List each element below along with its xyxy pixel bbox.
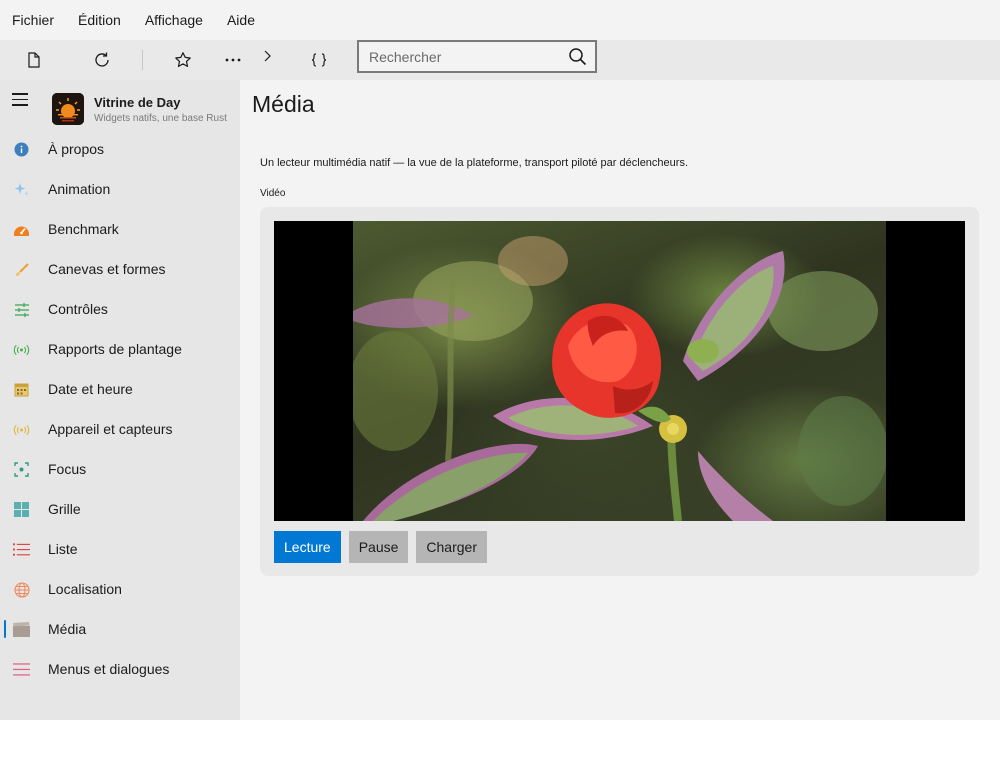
- new-document-icon[interactable]: [22, 48, 46, 72]
- sidebar-item-date-heure[interactable]: Date et heure: [0, 369, 240, 409]
- page-description: Un lecteur multimédia natif — la vue de …: [260, 157, 688, 169]
- search-box[interactable]: [357, 40, 597, 73]
- sidebar-item-label: Localisation: [48, 581, 122, 597]
- nav-list: À propos Animation Benchmark Canevas et …: [0, 129, 240, 689]
- sidebar-item-label: Rapports de plantage: [48, 341, 182, 357]
- chevron-right-icon[interactable]: [255, 44, 279, 68]
- sidebar-item-label: Animation: [48, 181, 111, 197]
- play-button[interactable]: Lecture: [274, 531, 341, 563]
- media-controls: Lecture Pause Charger: [274, 531, 487, 563]
- video-player[interactable]: [274, 221, 965, 521]
- brush-icon: [13, 261, 30, 278]
- braces-icon[interactable]: [307, 48, 331, 72]
- gauge-icon: [13, 221, 30, 238]
- menu-aide[interactable]: Aide: [219, 12, 263, 28]
- grid-icon: [13, 501, 30, 518]
- menu-lines-icon: [13, 661, 30, 678]
- sidebar-item-controles[interactable]: Contrôles: [0, 289, 240, 329]
- search-icon[interactable]: [568, 47, 587, 71]
- sidebar-item-media[interactable]: Média: [0, 609, 240, 649]
- toolbar-separator: [142, 50, 143, 70]
- sidebar-item-label: Appareil et capteurs: [48, 421, 173, 437]
- sidebar-item-label: Contrôles: [48, 301, 108, 317]
- load-button[interactable]: Charger: [416, 531, 487, 563]
- sidebar-item-canevas[interactable]: Canevas et formes: [0, 249, 240, 289]
- sidebar-item-label: Média: [48, 621, 87, 637]
- clapper-icon: [13, 621, 30, 638]
- sliders-icon: [13, 301, 30, 318]
- search-input[interactable]: [369, 48, 559, 66]
- sidebar-item-menus[interactable]: Menus et dialogues: [0, 649, 240, 689]
- sidebar-item-grille[interactable]: Grille: [0, 489, 240, 529]
- app-logo: [52, 93, 84, 125]
- app-subtitle: Widgets natifs, une base Rust: [94, 113, 227, 124]
- sidebar-item-label: Focus: [48, 461, 87, 477]
- sidebar-item-label: Date et heure: [48, 381, 133, 397]
- sidebar-item-label: Benchmark: [48, 221, 119, 237]
- globe-icon: [13, 581, 30, 598]
- sidebar-item-focus[interactable]: Focus: [0, 449, 240, 489]
- sensor-icon: [13, 421, 30, 438]
- refresh-icon[interactable]: [90, 48, 114, 72]
- more-icon[interactable]: [221, 48, 245, 72]
- menu-fichier[interactable]: Fichier: [4, 12, 62, 28]
- sidebar-item-a-propos[interactable]: À propos: [0, 129, 240, 169]
- menu-edition[interactable]: Édition: [70, 12, 129, 28]
- section-label: Vidéo: [260, 188, 286, 199]
- page-title: Média: [252, 91, 315, 117]
- pause-button[interactable]: Pause: [348, 531, 409, 563]
- sidebar: Vitrine de Day Widgets natifs, une base …: [0, 80, 240, 720]
- list-icon: [13, 541, 30, 558]
- sidebar-item-label: À propos: [48, 141, 105, 157]
- sidebar-item-localisation[interactable]: Localisation: [0, 569, 240, 609]
- sidebar-item-label: Canevas et formes: [48, 261, 166, 277]
- sidebar-item-label: Liste: [48, 541, 78, 557]
- app-window: Fichier Édition Affichage Aide Recherche…: [0, 0, 1000, 720]
- sidebar-item-label: Grille: [48, 501, 81, 517]
- app-title: Vitrine de Day: [94, 95, 181, 110]
- star-icon[interactable]: [171, 48, 195, 72]
- sparkle-icon: [13, 181, 30, 198]
- sidebar-item-label: Menus et dialogues: [48, 661, 170, 677]
- sidebar-item-liste[interactable]: Liste: [0, 529, 240, 569]
- calendar-icon: [13, 381, 30, 398]
- sidebar-item-benchmark[interactable]: Benchmark: [0, 209, 240, 249]
- info-icon: [13, 141, 30, 158]
- video-frame: [353, 221, 886, 521]
- media-card: Lecture Pause Charger: [260, 207, 979, 576]
- sidebar-item-rapports[interactable]: Rapports de plantage: [0, 329, 240, 369]
- hamburger-menu-icon[interactable]: [12, 93, 28, 107]
- sidebar-item-appareil[interactable]: Appareil et capteurs: [0, 409, 240, 449]
- menu-bar: Fichier Édition Affichage Aide: [0, 0, 1000, 40]
- focus-icon: [13, 461, 30, 478]
- broadcast-icon: [13, 341, 30, 358]
- sidebar-item-animation[interactable]: Animation: [0, 169, 240, 209]
- main-content: Média Un lecteur multimédia natif — la v…: [240, 80, 1000, 720]
- menu-affichage[interactable]: Affichage: [137, 12, 211, 28]
